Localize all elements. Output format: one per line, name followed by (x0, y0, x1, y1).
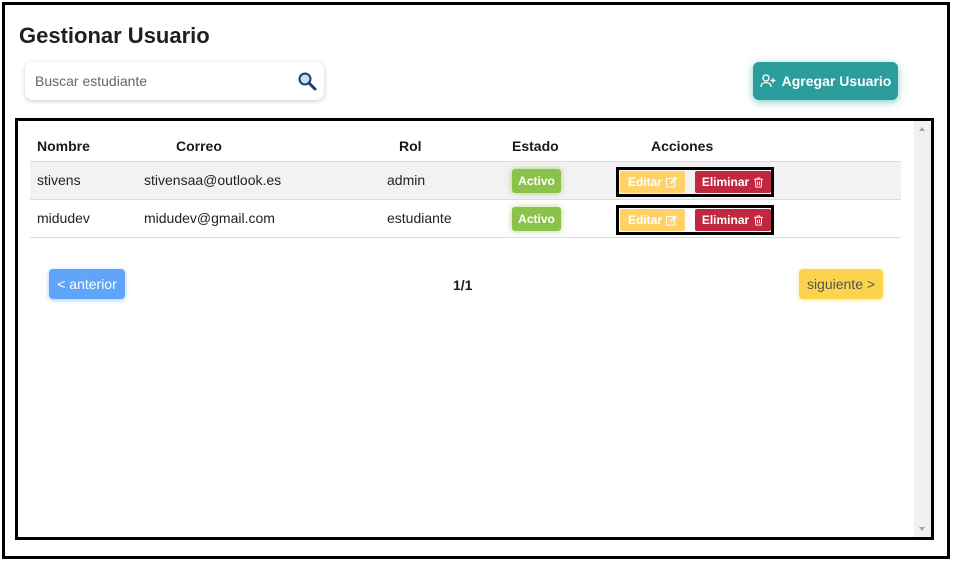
status-badge: Activo (512, 207, 561, 231)
scroll-up-arrow-icon[interactable] (919, 127, 925, 131)
edit-button[interactable]: Editar (620, 209, 685, 231)
search-input[interactable] (35, 62, 285, 100)
next-page-button[interactable]: siguiente > (799, 269, 883, 299)
table-row: stivens stivensaa@outlook.es admin Activ… (30, 162, 901, 200)
add-user-label: Agregar Usuario (781, 73, 892, 89)
cell-correo: stivensaa@outlook.es (144, 172, 282, 188)
cell-nombre: midudev (37, 210, 90, 226)
edit-icon (666, 214, 677, 226)
status-badge: Activo (512, 169, 561, 193)
column-header-rol: Rol (399, 138, 422, 154)
actions-group: Editar Eliminar (616, 167, 774, 197)
cell-rol: estudiante (387, 210, 452, 226)
user-plus-icon (759, 74, 776, 88)
cell-correo: midudev@gmail.com (144, 210, 275, 226)
table-row: midudev midudev@gmail.com estudiante Act… (30, 200, 901, 238)
trash-icon (754, 214, 764, 226)
delete-label: Eliminar (701, 213, 750, 227)
edit-button[interactable]: Editar (620, 171, 685, 193)
previous-page-button[interactable]: < anterior (49, 269, 125, 299)
add-user-button[interactable]: Agregar Usuario (753, 62, 898, 100)
delete-label: Eliminar (701, 175, 750, 189)
column-header-acciones: Acciones (651, 138, 714, 154)
actions-group: Editar Eliminar (616, 205, 774, 235)
delete-button[interactable]: Eliminar (695, 209, 771, 231)
search-icon[interactable] (297, 71, 317, 91)
column-header-nombre: Nombre (37, 138, 90, 154)
edit-label: Editar (627, 213, 662, 227)
trash-icon (754, 176, 764, 188)
vertical-scrollbar[interactable] (914, 121, 931, 537)
delete-button[interactable]: Eliminar (695, 171, 771, 193)
page-title: Gestionar Usuario (19, 23, 210, 48)
cell-nombre: stivens (37, 172, 81, 188)
page-indicator: 1/1 (453, 277, 473, 293)
scroll-down-arrow-icon[interactable] (919, 527, 925, 531)
column-header-correo: Correo (176, 138, 222, 154)
edit-label: Editar (627, 175, 662, 189)
cell-rol: admin (387, 172, 426, 188)
column-header-estado: Estado (512, 138, 559, 154)
users-table-panel: Nombre Correo Rol Estado Acciones stiven… (15, 118, 934, 540)
edit-icon (666, 176, 677, 188)
search-box[interactable] (25, 62, 324, 100)
